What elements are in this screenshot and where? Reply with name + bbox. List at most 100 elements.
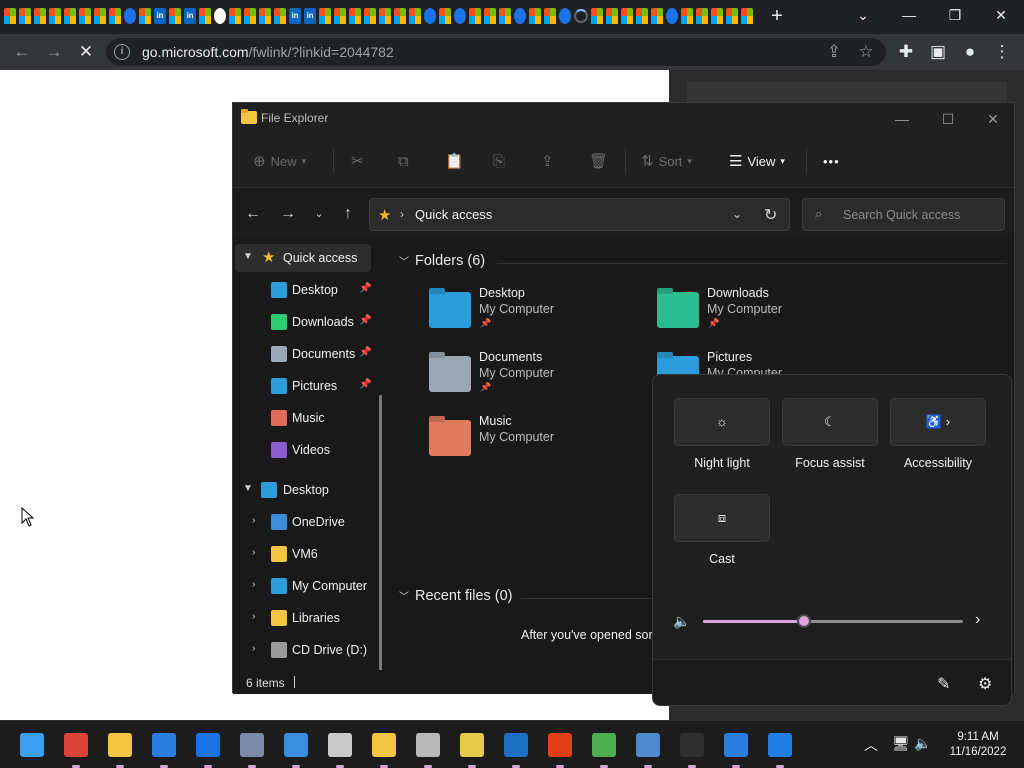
forward-icon[interactable]: → (278, 204, 298, 224)
loading-tab-icon[interactable] (574, 9, 588, 23)
search-input[interactable]: ⌕ Search Quick access (802, 198, 1005, 231)
microsoft-tab-icon[interactable] (379, 8, 391, 24)
microsoft-tab-icon[interactable] (79, 8, 91, 24)
delete-button[interactable]: 🗑 (589, 150, 608, 172)
site-info-icon[interactable]: i (114, 44, 130, 60)
microsoft-tab-icon[interactable] (139, 8, 151, 24)
sidebar-item-music[interactable]: Music (235, 404, 371, 432)
forward-icon[interactable]: → (42, 40, 66, 64)
globe-app[interactable] (588, 729, 620, 768)
microsoft-tab-icon[interactable] (244, 8, 256, 24)
accessibility-button[interactable]: ♿ › (890, 398, 986, 446)
edit-pencil-icon[interactable]: ✎ (937, 674, 950, 694)
share-icon[interactable]: ⇪ (822, 40, 846, 64)
microsoft-tab-icon[interactable] (319, 8, 331, 24)
bookmark-star-icon[interactable]: ☆ (854, 40, 878, 64)
new-tab-button[interactable]: + (766, 5, 788, 27)
night-light-toggle[interactable]: ☼ (674, 398, 770, 446)
chevron-up-icon[interactable]: ︿ (864, 735, 878, 755)
restore-button[interactable]: ❐ (932, 0, 978, 30)
microsoft-tab-icon[interactable] (409, 8, 421, 24)
minimize-button[interactable]: — (886, 0, 932, 30)
edge-tab-icon[interactable] (454, 8, 466, 24)
chrome-app[interactable] (60, 729, 92, 768)
sidebar-item-documents[interactable]: Documents 📌 (235, 340, 371, 368)
linkedin-tab-icon[interactable]: in (154, 8, 166, 24)
recent-section-header[interactable]: ﹀ Recent files (0) (399, 588, 513, 604)
microsoft-tab-icon[interactable] (259, 8, 271, 24)
speaker-icon[interactable]: 🔈 (673, 613, 690, 630)
sidebar-item-vm6[interactable]: › VM6 (235, 540, 371, 568)
edge-tab-icon[interactable] (559, 8, 571, 24)
linkedin-tab-icon[interactable]: in (289, 8, 301, 24)
microsoft-tab-icon[interactable] (19, 8, 31, 24)
archive-app[interactable] (412, 729, 444, 768)
menu-icon[interactable]: ⋮ (990, 40, 1014, 64)
start-button[interactable] (16, 729, 48, 761)
microsoft-tab-icon[interactable] (469, 8, 481, 24)
rename-button[interactable]: ⎘ (493, 150, 505, 172)
network-app[interactable] (236, 729, 268, 768)
volume-icon[interactable]: 🔈 (914, 735, 931, 752)
microsoft-tab-icon[interactable] (49, 8, 61, 24)
profile-icon[interactable]: ● (958, 40, 982, 64)
clock[interactable]: 9:11 AM 11/16/2022 (938, 730, 1018, 760)
chevron-down-icon[interactable]: ⌄ (732, 207, 742, 221)
see-more-button[interactable]: ••• (823, 150, 840, 172)
microsoft-tab-icon[interactable] (94, 8, 106, 24)
extensions-icon[interactable]: ✚ (894, 40, 918, 64)
microsoft-tab-icon[interactable] (681, 8, 693, 24)
chevron-right-icon[interactable]: › (252, 643, 255, 654)
scrollbar[interactable] (379, 395, 382, 670)
folder-tile[interactable]: Music My Computer (429, 414, 649, 474)
volume-slider[interactable] (703, 614, 963, 628)
office-app[interactable] (544, 729, 576, 768)
sidebar-item-my-computer[interactable]: › My Computer (235, 572, 371, 600)
up-icon[interactable]: ↑ (338, 204, 358, 224)
microsoft-tab-icon[interactable] (169, 8, 181, 24)
paint-app[interactable] (324, 729, 356, 768)
microsoft-tab-icon[interactable] (394, 8, 406, 24)
chevron-down-icon[interactable]: ▼ (243, 483, 253, 494)
sidebar-item-videos[interactable]: Videos (235, 436, 371, 464)
close-browser-button[interactable]: ✕ (978, 0, 1024, 30)
gear-icon[interactable]: ⚙ (978, 674, 992, 694)
close-icon[interactable]: ✕ (983, 109, 1003, 129)
address-bar[interactable]: i go.microsoft.com/fwlink/?linkid=204478… (106, 38, 886, 66)
view-button[interactable]: ☰ View ▾ (729, 150, 785, 172)
folder-tile[interactable]: Documents My Computer 📌 (429, 350, 649, 410)
microsoft-tab-icon[interactable] (741, 8, 753, 24)
file-explorer-app[interactable] (104, 729, 136, 768)
terminal-app[interactable] (676, 729, 708, 768)
sidebar-item-pictures[interactable]: Pictures 📌 (235, 372, 371, 400)
side-panel-icon[interactable]: ▣ (926, 40, 950, 64)
microsoft-tab-icon[interactable] (544, 8, 556, 24)
chevron-right-icon[interactable]: › (252, 515, 255, 526)
folder-tile[interactable]: Downloads My Computer 📌 (657, 286, 877, 346)
microsoft-tab-icon[interactable] (651, 8, 663, 24)
microsoft-tab-icon[interactable] (349, 8, 361, 24)
folder-tile[interactable]: Desktop My Computer 📌 (429, 286, 649, 346)
chevron-right-icon[interactable]: › (975, 611, 980, 629)
microsoft-tab-icon[interactable] (484, 8, 496, 24)
paste-button[interactable]: 📋 (445, 150, 464, 172)
microsoft-tab-icon[interactable] (199, 8, 211, 24)
refresh-icon[interactable]: ↻ (764, 205, 777, 225)
microsoft-tab-icon[interactable] (229, 8, 241, 24)
volume-thumb[interactable] (797, 614, 812, 628)
edge-tab-icon[interactable] (424, 8, 436, 24)
chevron-right-icon[interactable]: › (252, 547, 255, 558)
microsoft-tab-icon[interactable] (529, 8, 541, 24)
url-text[interactable]: go.microsoft.com/fwlink/?linkid=2044782 (142, 44, 394, 60)
tab-list[interactable]: in in in in (4, 8, 753, 26)
edge-tab-icon[interactable] (514, 8, 526, 24)
copy-button[interactable]: ⧉ (398, 150, 409, 172)
microsoft-tab-icon[interactable] (711, 8, 723, 24)
microsoft-tab-icon[interactable] (591, 8, 603, 24)
focus-assist-toggle[interactable]: ☾ (782, 398, 878, 446)
edge-tab-icon[interactable] (666, 8, 678, 24)
microsoft-tab-icon[interactable] (606, 8, 618, 24)
microsoft-tab-icon[interactable] (34, 8, 46, 24)
sidebar-item-onedrive[interactable]: › OneDrive (235, 508, 371, 536)
sidebar-item-downloads[interactable]: Downloads 📌 (235, 308, 371, 336)
